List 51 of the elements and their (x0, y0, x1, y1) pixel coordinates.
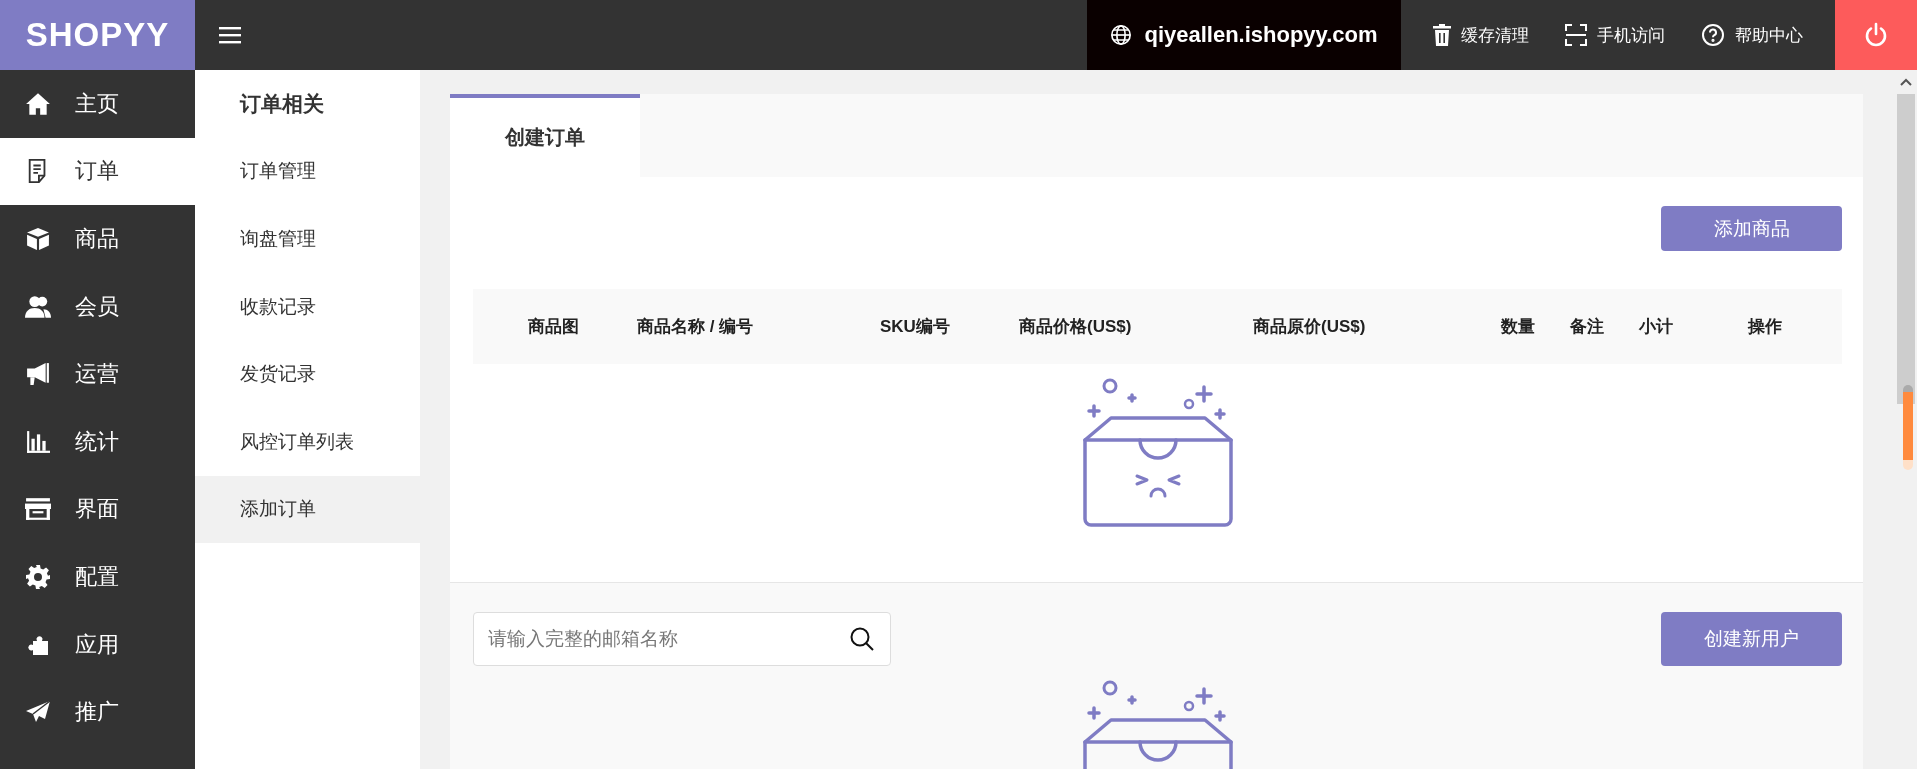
storefront-icon (25, 497, 51, 522)
trash-icon (1433, 24, 1451, 46)
scrollbar-thumb[interactable] (1897, 94, 1915, 404)
sidebar-item[interactable]: 主页 (0, 70, 195, 138)
submenu-heading: 订单相关 (238, 90, 325, 117)
globe-icon (1110, 24, 1133, 46)
create-user-button[interactable]: 创建新用户 (1661, 612, 1842, 666)
column-header: 操作 (1748, 316, 1783, 338)
domain-text: qiyeallen.ishopyy.com (1144, 22, 1378, 48)
submenu-item[interactable]: 发货记录 (195, 340, 420, 408)
toolbar-link[interactable]: 缓存清理 (1415, 0, 1547, 70)
column-header: SKU编号 (880, 316, 951, 338)
users-icon (25, 294, 51, 319)
gear-icon (25, 564, 51, 589)
sidebar-item[interactable]: 界面 (0, 475, 195, 544)
sidebar-item[interactable]: 订单 (0, 137, 195, 206)
toolbar-link[interactable]: 手机访问 (1547, 0, 1683, 70)
add-product-button[interactable]: 添加商品 (1661, 206, 1842, 251)
column-header: 备注 (1570, 316, 1605, 338)
column-header: 商品名称 / 编号 (637, 316, 755, 338)
home-icon (25, 91, 51, 116)
sidebar-item[interactable]: 推广 (0, 678, 195, 746)
sidebar-item[interactable]: 统计 (0, 407, 195, 476)
column-header: 小计 (1639, 316, 1674, 338)
submenu-item[interactable]: 添加订单 (195, 475, 420, 544)
column-header: 商品原价(US$) (1253, 316, 1367, 338)
submenu-item[interactable]: 风控订单列表 (195, 407, 420, 476)
scan-frame-icon (1565, 24, 1587, 46)
bar-chart-icon (25, 429, 51, 454)
tab[interactable]: 创建订单 (450, 94, 640, 177)
sidebar-item[interactable]: 商品 (0, 205, 195, 273)
submenu-item[interactable]: 收款记录 (195, 272, 420, 341)
column-header: 数量 (1501, 316, 1536, 338)
megaphone-icon (25, 362, 51, 387)
cube-icon (25, 227, 51, 251)
help-icon (1701, 23, 1725, 47)
sidebar-item[interactable]: 配置 (0, 543, 195, 611)
submenu-item[interactable]: 订单管理 (195, 137, 420, 206)
search-icon[interactable] (849, 626, 875, 652)
sidebar-item[interactable]: 会员 (0, 272, 195, 341)
column-header: 商品图 (528, 316, 580, 338)
column-header: 商品价格(US$) (1019, 316, 1133, 338)
submenu-item[interactable]: 询盘管理 (195, 205, 420, 273)
scroll-up-icon[interactable] (1900, 78, 1912, 86)
logo[interactable]: SHOPYY (0, 0, 195, 70)
email-search-field[interactable]: 请输入完整的邮箱名称 (473, 612, 891, 666)
power-icon[interactable] (1835, 0, 1917, 70)
toolbar-link[interactable]: 帮助中心 (1683, 0, 1821, 70)
sidebar-item[interactable]: 应用 (0, 610, 195, 679)
sidebar-item[interactable]: 运营 (0, 340, 195, 408)
store-domain-link[interactable]: qiyeallen.ishopyy.com (1087, 0, 1401, 70)
